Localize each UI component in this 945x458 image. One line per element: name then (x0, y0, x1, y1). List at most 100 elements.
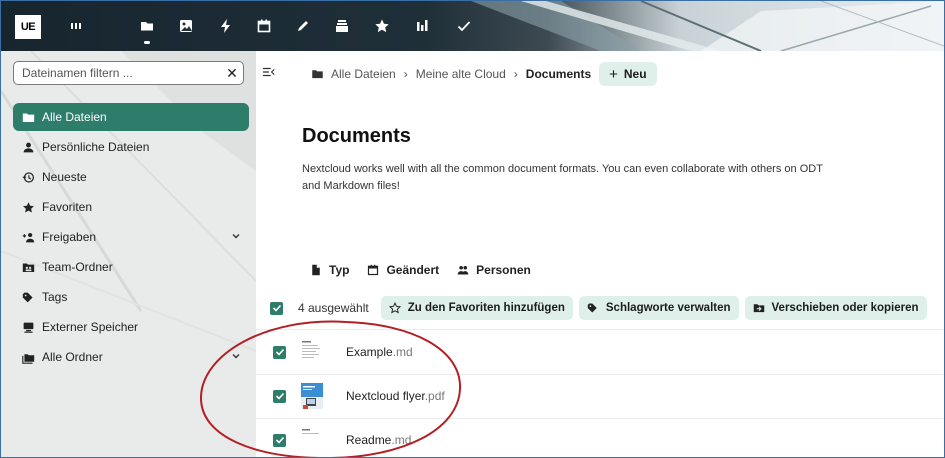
action-label: Schlagworte verwalten (605, 302, 731, 314)
toggle-navigation-icon[interactable] (262, 65, 280, 83)
breadcrumb-old-cloud[interactable]: Meine alte Cloud (416, 67, 506, 81)
dashboard-icon[interactable] (65, 15, 87, 37)
file-name[interactable]: Example.md (346, 345, 413, 359)
calendar-icon[interactable] (253, 15, 275, 37)
sidebar-item-all-folders[interactable]: Alle Ordner (13, 343, 249, 371)
folder-title: Documents (302, 125, 411, 147)
star-outline-icon (388, 302, 401, 314)
checkmark-icon (275, 392, 284, 400)
sidebar-item-label: Persönliche Dateien (42, 140, 150, 154)
account-icon (21, 140, 35, 154)
sidebar-item-label: Team-Ordner (42, 260, 113, 274)
file-row[interactable]: Example.md (256, 330, 944, 374)
tasks-icon[interactable] (453, 15, 475, 37)
file-checkbox[interactable] (273, 389, 286, 403)
add-to-favorites-button[interactable]: Zu den Favoriten hinzufügen (380, 296, 573, 320)
chevron-down-icon[interactable] (231, 351, 241, 361)
sidebar-item-label: Alle Ordner (42, 350, 103, 364)
sidebar-item-label: Tags (42, 290, 68, 304)
filter-people[interactable]: Personen (457, 263, 531, 277)
move-or-copy-button[interactable]: Verschieben oder kopieren (744, 296, 927, 320)
university-logo[interactable]: UE (15, 15, 41, 39)
calendar-icon (368, 264, 379, 276)
analytics-icon[interactable] (411, 15, 433, 37)
action-label: Verschieben oder kopieren (771, 302, 919, 314)
filter-label: Geändert (386, 263, 440, 277)
breadcrumb-documents[interactable]: Documents (526, 67, 591, 81)
file-filters: Typ Geändert Personen (310, 263, 531, 277)
star-icon (21, 200, 35, 214)
file-extension: .pdf (424, 389, 445, 403)
share-icon (21, 230, 35, 244)
people-icon (457, 265, 469, 275)
text-file-thumbnail (301, 339, 323, 365)
folder-icon (21, 110, 35, 124)
file-extension: .md (392, 345, 413, 359)
file-name[interactable]: Nextcloud flyer.pdf (346, 389, 445, 403)
filter-modified[interactable]: Geändert (367, 263, 439, 277)
sidebar-item-label: Freigaben (42, 230, 97, 244)
filter-type[interactable]: Typ (310, 263, 349, 277)
file-filter-field[interactable]: ✕ (13, 61, 244, 85)
action-label: Zu den Favoriten hinzufügen (407, 302, 565, 314)
file-row[interactable]: Readme.md (256, 418, 944, 457)
clear-filter-icon[interactable]: ✕ (221, 65, 243, 82)
filter-label: Typ (329, 263, 350, 277)
deck-icon[interactable] (331, 15, 353, 37)
pdf-flyer-thumbnail (301, 383, 323, 409)
file-basename: Readme (346, 433, 392, 447)
history-icon (21, 170, 35, 184)
breadcrumb-all-files[interactable]: Alle Dateien (331, 67, 396, 81)
sidebar-item-favorites[interactable]: Favoriten (13, 193, 249, 221)
favorites-icon[interactable] (371, 15, 393, 37)
new-button[interactable]: + Neu (599, 62, 657, 86)
sidebar-item-tags[interactable]: Tags (13, 283, 249, 311)
checkmark-icon (275, 348, 284, 356)
select-all-checkbox[interactable] (270, 301, 283, 315)
sidebar-item-label: Neueste (42, 170, 87, 184)
file-extension: .md (391, 433, 412, 447)
top-app-bar: UE (1, 1, 944, 51)
selection-count: 4 ausgewählt (298, 301, 369, 315)
sidebar-item-label: Favoriten (42, 200, 93, 214)
activity-icon[interactable] (215, 15, 237, 37)
sidebar-item-personal-files[interactable]: Persönliche Dateien (13, 133, 249, 161)
nextcloud-window: UE Dateinamen filtern ... ✕ Alle Dateien… (0, 0, 945, 458)
active-app-indicator (144, 41, 150, 44)
selection-actions-bar: 4 ausgewählt Zu den Favoriten hinzufügen… (270, 295, 944, 321)
filter-label: Personen (476, 263, 531, 277)
file-checkbox[interactable] (273, 345, 286, 359)
breadcrumb-separator: › (513, 67, 518, 81)
checkmark-icon (275, 436, 284, 444)
sidebar-item-label: Alle Dateien (42, 110, 107, 124)
tag-icon (21, 290, 35, 304)
folder-icon (312, 70, 323, 79)
sidebar-item-all-files[interactable]: Alle Dateien (13, 103, 249, 131)
notes-icon[interactable] (292, 15, 314, 37)
photos-icon[interactable] (175, 15, 197, 37)
sidebar-item-recent[interactable]: Neueste (13, 163, 249, 191)
text-file-thumbnail (301, 427, 323, 453)
folder-description: Nextcloud works well with all the common… (302, 163, 823, 192)
file-checkbox[interactable] (273, 433, 286, 447)
folders-icon (21, 350, 35, 364)
sidebar-item-team-folders[interactable]: Team-Ordner (13, 253, 249, 281)
breadcrumb-separator: › (403, 67, 408, 81)
external-storage-icon (21, 320, 35, 334)
file-row[interactable]: Nextcloud flyer.pdf (256, 374, 944, 418)
sidebar-item-label: Externer Speicher (42, 320, 139, 334)
plus-icon: + (609, 65, 618, 83)
chevron-down-icon[interactable] (231, 231, 241, 241)
new-button-label: Neu (623, 67, 647, 81)
files-main-area: Alle Dateien › Meine alte Cloud › Docume… (256, 51, 944, 457)
files-icon[interactable] (136, 15, 158, 37)
file-name[interactable]: Readme.md (346, 433, 411, 447)
sidebar-item-external-storage[interactable]: Externer Speicher (13, 313, 249, 341)
breadcrumb: Alle Dateien › Meine alte Cloud › Docume… (311, 61, 657, 87)
checkmark-icon (272, 304, 281, 312)
navigation-sidebar: ✕ Alle Dateien Persönliche Dateien Neues… (1, 51, 256, 457)
sidebar-item-shares[interactable]: Freigaben (13, 223, 249, 251)
manage-tags-button[interactable]: Schlagworte verwalten (578, 296, 739, 320)
file-basename: Nextcloud flyer (346, 389, 425, 403)
filter-input[interactable] (14, 66, 221, 80)
